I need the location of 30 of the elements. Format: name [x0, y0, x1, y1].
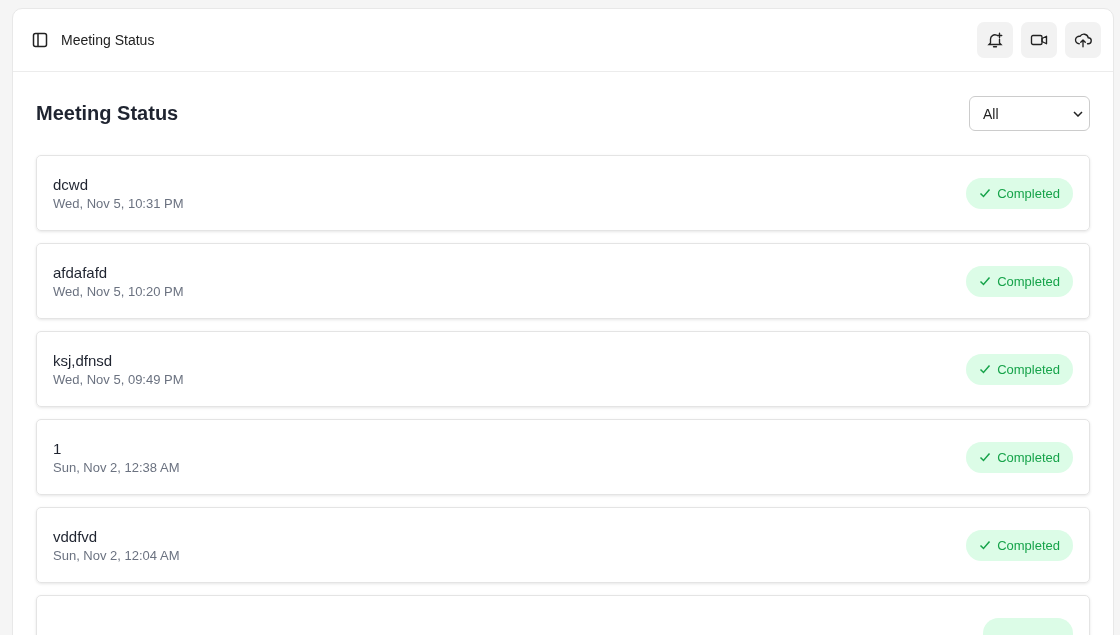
meeting-card[interactable]: dcwd Wed, Nov 5, 10:31 PM Completed: [36, 155, 1090, 231]
header-title: Meeting Status: [61, 32, 155, 48]
meeting-time: Sun, Nov 2, 12:38 AM: [53, 459, 180, 475]
meeting-title: vddfvd: [53, 527, 99, 545]
page-heading: Meeting Status: [36, 102, 179, 125]
sidebar-toggle-icon[interactable]: [32, 32, 48, 48]
status-badge: Completed: [966, 265, 1073, 297]
meeting-time: Wed, Nov 5, 10:31 PM: [53, 195, 184, 211]
chevron-down-icon: [1073, 110, 1083, 117]
meeting-title: afdafafd: [53, 263, 109, 281]
meeting-card[interactable]: vddfvd Sun, Nov 2, 12:04 AM Completed: [36, 507, 1090, 583]
status-badge: Completed: [966, 529, 1073, 561]
status-filter-dropdown[interactable]: All: [969, 96, 1090, 131]
cloud-upload-icon: [1073, 31, 1093, 49]
meeting-title: 1: [53, 439, 63, 457]
meeting-card[interactable]: 1 Sun, Nov 2, 12:38 AM Completed: [36, 419, 1090, 495]
add-notification-button[interactable]: [977, 22, 1013, 58]
meeting-time: Wed, Nov 5, 10:20 PM: [53, 283, 184, 299]
meeting-card[interactable]: ksj,dfnsd Wed, Nov 5, 09:49 PM Completed: [36, 331, 1090, 407]
meeting-title: ksj,dfnsd: [53, 351, 114, 369]
status-badge: Completed: [966, 441, 1073, 473]
bell-plus-icon: [986, 31, 1004, 49]
status-badge: Completed: [966, 353, 1073, 385]
video-camera-button[interactable]: [1021, 22, 1057, 58]
cloud-upload-button[interactable]: [1065, 22, 1101, 58]
meeting-title: dcwd: [53, 175, 90, 193]
meeting-time: Sun, Nov 2, 12:04 AM: [53, 547, 180, 563]
status-badge: Completed: [966, 177, 1073, 209]
meeting-card[interactable]: afdafafd Wed, Nov 5, 10:20 PM Completed: [36, 243, 1090, 319]
meeting-time: Wed, Nov 5, 09:49 PM: [53, 371, 184, 387]
